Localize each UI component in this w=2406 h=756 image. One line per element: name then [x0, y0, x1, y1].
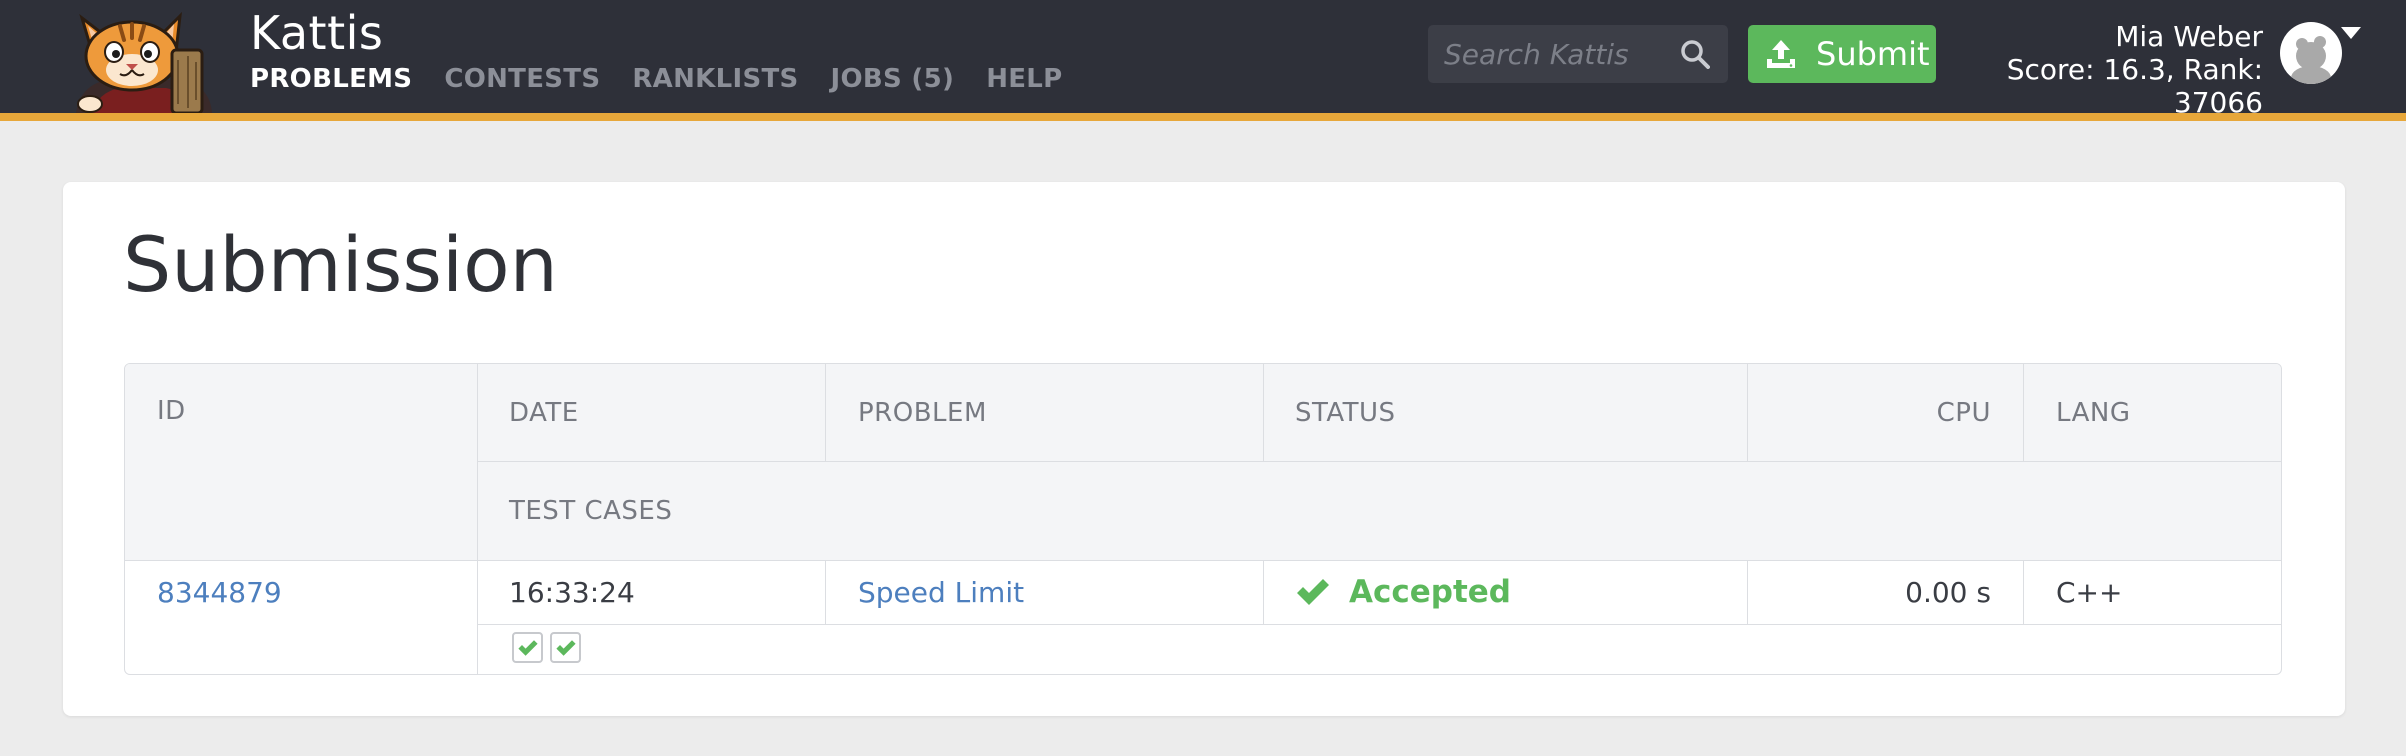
- divider: [1263, 364, 1264, 461]
- column-header-id: ID: [125, 364, 477, 560]
- column-header-status: STATUS: [1263, 364, 1747, 461]
- column-header-date-label: DATE: [509, 397, 579, 428]
- divider: [825, 364, 826, 461]
- nav-contests[interactable]: CONTESTS: [444, 64, 600, 94]
- language: C++: [2056, 575, 2123, 609]
- page-title: Submission: [123, 220, 558, 309]
- submission-date: 16:33:24: [509, 575, 635, 609]
- user-name[interactable]: Mia Weber: [1933, 20, 2263, 53]
- user-menu-chevron-down-icon[interactable]: [2341, 27, 2361, 39]
- kattis-cat-logo[interactable]: [62, 8, 228, 113]
- checkmark-icon: [517, 639, 538, 656]
- nav-ranklists[interactable]: RANKLISTS: [632, 64, 798, 94]
- divider: [2023, 560, 2024, 624]
- upload-icon: [1767, 40, 1795, 68]
- checkmark-icon: [555, 639, 576, 656]
- test-case-accepted-1[interactable]: [512, 632, 543, 663]
- column-header-problem: PROBLEM: [825, 364, 1263, 461]
- submit-button[interactable]: Submit: [1748, 25, 1936, 83]
- column-header-date: DATE: [477, 364, 825, 461]
- column-header-status-label: STATUS: [1295, 397, 1396, 428]
- table-row-problem-cell: Speed Limit: [825, 560, 1263, 624]
- divider: [825, 560, 826, 624]
- column-header-id-label: ID: [157, 396, 186, 426]
- column-header-cpu: CPU: [1747, 364, 2023, 461]
- top-navbar: Kattis PROBLEMS CONTESTS RANKLISTS JOBS …: [0, 0, 2406, 119]
- table-row-status-cell: Accepted: [1263, 560, 1747, 624]
- table-row-id-cell: 8344879: [125, 560, 477, 624]
- test-case-accepted-2[interactable]: [550, 632, 581, 663]
- divider: [1263, 560, 1264, 624]
- divider: [1747, 560, 1748, 624]
- column-header-cpu-label: CPU: [1936, 397, 1991, 428]
- column-header-lang: LANG: [2023, 364, 2281, 461]
- user-score-rank: Score: 16.3, Rank: 37066: [2006, 53, 2263, 119]
- submit-button-label: Submit: [1816, 35, 1930, 73]
- search-icon[interactable]: [1680, 39, 1710, 69]
- divider: [2023, 364, 2024, 461]
- divider: [1747, 364, 1748, 461]
- column-header-test-cases: TEST CASES: [477, 461, 2281, 560]
- brand-name[interactable]: Kattis: [250, 6, 383, 60]
- column-header-lang-label: LANG: [2056, 397, 2131, 428]
- divider: [477, 461, 2281, 462]
- search-box: [1428, 25, 1728, 83]
- checkmark-icon: [1297, 579, 1329, 605]
- submission-table: ID DATE PROBLEM STATUS CPU LANG TEST CAS…: [124, 363, 2282, 675]
- submission-id-link[interactable]: 8344879: [157, 576, 282, 609]
- divider: [477, 624, 2281, 625]
- nav-help[interactable]: HELP: [986, 64, 1062, 94]
- nav-problems[interactable]: PROBLEMS: [250, 64, 412, 94]
- avatar-silhouette-icon: [2291, 36, 2331, 84]
- divider: [125, 560, 2281, 561]
- accent-stripe: [0, 113, 2406, 121]
- nav-jobs[interactable]: JOBS (5): [831, 64, 955, 94]
- user-avatar[interactable]: [2280, 22, 2342, 84]
- divider: [477, 364, 478, 674]
- table-row-cpu-cell: 0.00 s: [1747, 560, 2023, 624]
- column-header-problem-label: PROBLEM: [858, 397, 987, 428]
- cpu-time: 0.00 s: [1905, 575, 1991, 609]
- search-input[interactable]: [1428, 25, 1668, 83]
- submission-card: Submission ID DATE PROBLEM STATUS CPU LA…: [63, 182, 2345, 716]
- table-row-date-cell: 16:33:24: [477, 560, 825, 624]
- problem-link[interactable]: Speed Limit: [858, 576, 1024, 609]
- status-accepted: Accepted: [1349, 574, 1511, 610]
- main-nav: PROBLEMS CONTESTS RANKLISTS JOBS (5) HEL…: [250, 64, 1095, 94]
- table-row-lang-cell: C++: [2023, 560, 2281, 624]
- column-header-test-cases-label: TEST CASES: [509, 495, 673, 526]
